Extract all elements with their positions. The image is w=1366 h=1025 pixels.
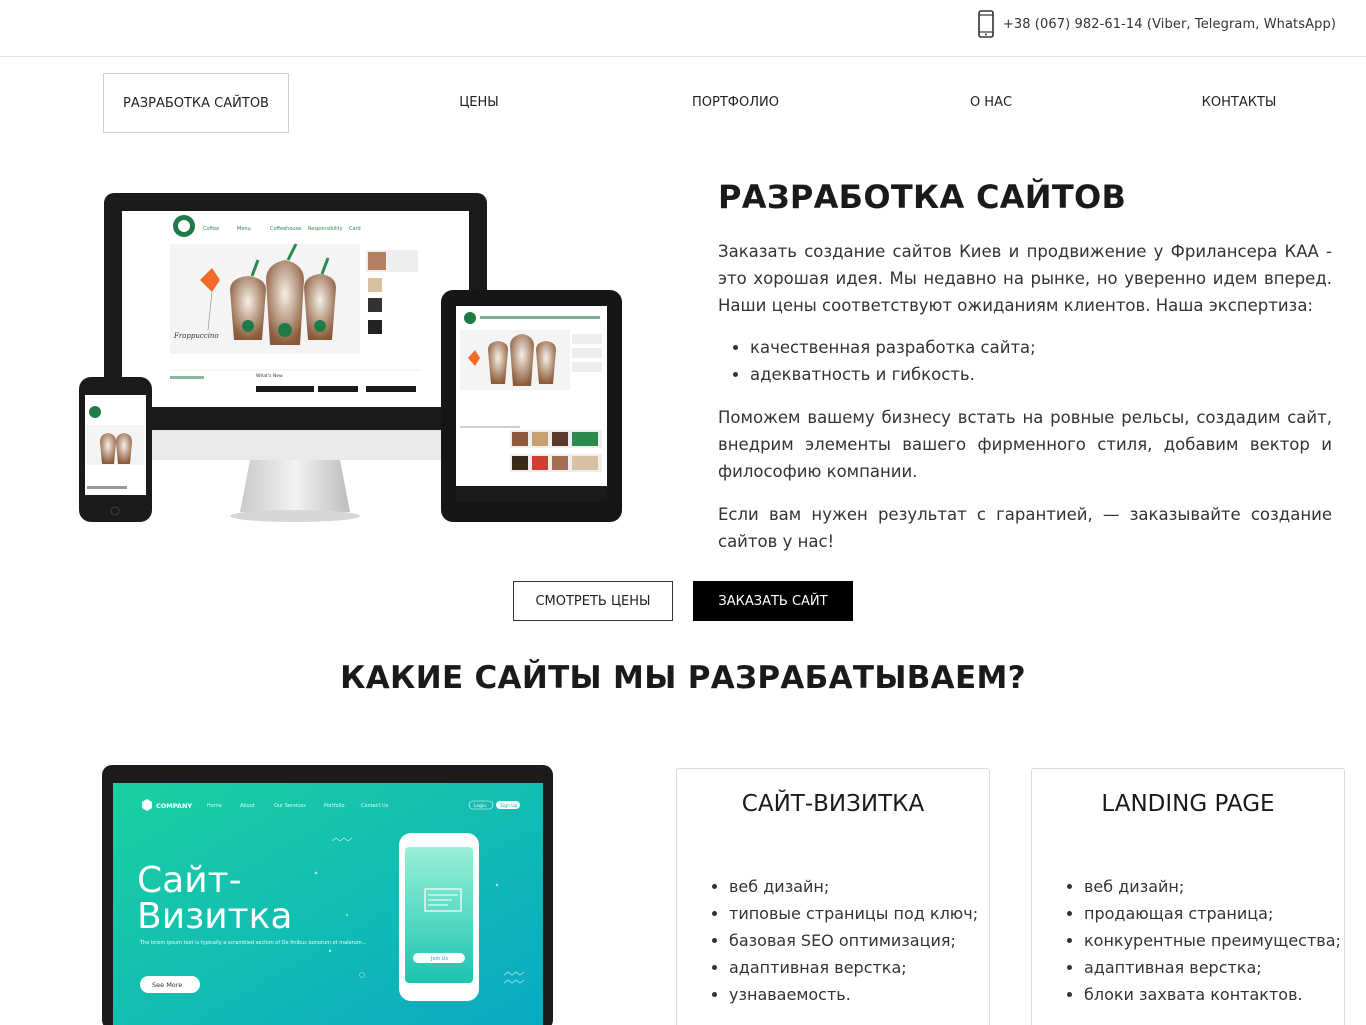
showcase-lorem: The lorem ipsum text is typically a scra… (139, 940, 367, 946)
hero-paragraph-guarantee: Если вам нужен результат с гарантией, — … (718, 505, 1332, 551)
showcase-menu-contact: Contact Us (361, 803, 389, 809)
list-item: базовая SEO оптимизация; (729, 927, 978, 954)
showcase-join: Join Us (430, 956, 448, 962)
nav-item-web-development[interactable]: РАЗРАБОТКА САЙТОВ (103, 73, 289, 133)
nav-item-about[interactable]: О НАС (961, 73, 1021, 133)
nav-item-portfolio[interactable]: ПОРТФОЛИО (683, 73, 788, 133)
mock-nav-coffee: Coffee (203, 226, 219, 232)
list-item: веб дизайн; (729, 873, 978, 900)
showcase-signup: Sign Up (500, 803, 518, 809)
nav-item-contacts[interactable]: КОНТАКТЫ (1193, 73, 1285, 133)
card-landing-page: LANDING PAGE веб дизайн; продающая стран… (1031, 768, 1345, 1025)
showcase-login: Login (474, 803, 486, 809)
showcase-menu-services: Our Services (274, 803, 306, 809)
list-item: узнаваемость. (729, 981, 978, 1008)
mock-nav-card: Card (349, 226, 361, 232)
card-title: LANDING PAGE (1101, 791, 1275, 817)
card-feature-list: веб дизайн; продающая страница; конкурен… (1084, 873, 1341, 1008)
list-item: продающая страница; (1084, 900, 1341, 927)
main-nav: РАЗРАБОТКА САЙТОВ ЦЕНЫ ПОРТФОЛИО О НАС К… (103, 73, 1293, 133)
list-item: типовые страницы под ключ; (729, 900, 978, 927)
list-item: веб дизайн; (1084, 873, 1341, 900)
hero-paragraph-help: Поможем вашему бизнесу встать на ровные … (718, 408, 1332, 481)
showcase-menu-portfolio: Portfolio (324, 803, 345, 809)
business-card-site-mockup-image: COMPANY Home About Our Services Portfoli… (102, 765, 553, 1025)
card-feature-list: веб дизайн; типовые страницы под ключ; б… (729, 873, 978, 1008)
showcase-brand: COMPANY (156, 802, 192, 810)
card-title: САЙТ-ВИЗИТКА (741, 791, 925, 817)
showcase-menu-home: Home (207, 803, 222, 809)
card-business-card-site: САЙТ-ВИЗИТКА веб дизайн; типовые страниц… (676, 768, 990, 1025)
mock-nav-responsibility: Responsibility (308, 226, 343, 232)
mobile-phone-icon (978, 10, 994, 38)
order-site-button[interactable]: ЗАКАЗАТЬ САЙТ (693, 581, 853, 621)
top-bar: +38 (067) 982-61-14 (Viber, Telegram, Wh… (0, 0, 1366, 57)
showcase-see-more: See More (152, 981, 182, 989)
showcase-headline-line1: Сайт- (137, 860, 242, 901)
hero-expertise-list: качественная разработка сайта; адекватно… (750, 334, 1036, 388)
list-item: качественная разработка сайта; (750, 334, 1036, 361)
mock-frappuccino-script: Frappuccino (173, 332, 219, 340)
section-title: КАКИЕ САЙТЫ МЫ РАЗРАБАТЫВАЕМ? (340, 660, 1026, 696)
hero-paragraph-intro: Заказать создание сайтов Киев и продвиже… (718, 242, 1332, 315)
mock-nav-menu: Menu (237, 226, 251, 232)
list-item: блоки захвата контактов. (1084, 981, 1341, 1008)
hero-title: РАЗРАБОТКА САЙТОВ (718, 178, 1127, 216)
mock-whats-new: What's New (256, 373, 283, 379)
devices-mockup-image: Coffee Menu Coffeehouse Responsibility C… (79, 193, 622, 522)
view-prices-button[interactable]: СМОТРЕТЬ ЦЕНЫ (513, 581, 673, 621)
nav-item-prices[interactable]: ЦЕНЫ (443, 73, 515, 133)
list-item: адаптивная верстка; (729, 954, 978, 981)
mock-nav-coffeehouse: Coffeehouse (270, 226, 301, 232)
list-item: конкурентные преимущества; (1084, 927, 1341, 954)
list-item: адаптивная верстка; (1084, 954, 1341, 981)
phone-number[interactable]: +38 (067) 982-61-14 (Viber, Telegram, Wh… (1003, 17, 1336, 32)
phone-contact[interactable]: +38 (067) 982-61-14 (Viber, Telegram, Wh… (977, 10, 1336, 38)
list-item: адекватность и гибкость. (750, 361, 1036, 388)
showcase-headline-line2: Визитка (137, 896, 292, 937)
showcase-menu-about: About (240, 803, 255, 809)
